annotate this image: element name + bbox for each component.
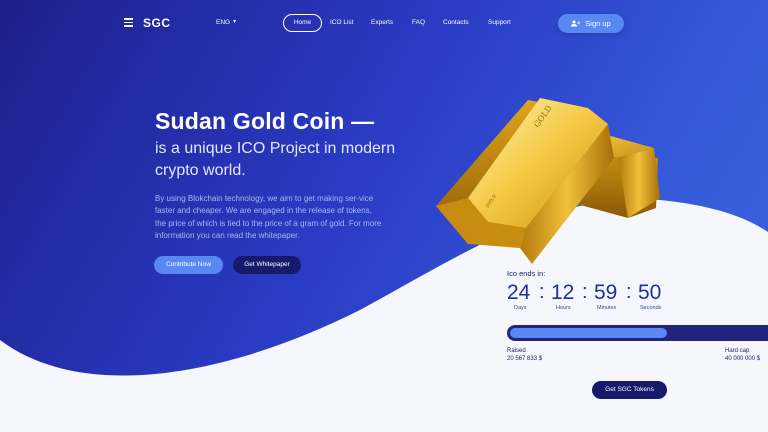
- countdown-unit-minutes: Minutes: [597, 305, 617, 311]
- signup-button[interactable]: Sign up: [558, 14, 624, 33]
- countdown-unit-days: Days: [514, 305, 527, 311]
- hero-headline: Sudan Gold Coin —: [155, 108, 375, 134]
- nav-link-ico-list[interactable]: ICO List: [330, 19, 353, 26]
- top-navigation: SGC ENG ▼ Home ICO List Experts FAQ Conta…: [0, 0, 768, 48]
- language-label: ENG: [216, 19, 231, 26]
- countdown-minutes: 59: [594, 281, 618, 304]
- get-sgc-tokens-button[interactable]: Get SGC Tokens: [592, 381, 667, 399]
- hamburger-menu-icon[interactable]: [124, 18, 133, 27]
- hard-cap-label: Hard cap: [725, 348, 750, 354]
- user-plus-icon: [571, 20, 581, 27]
- countdown-hours: 12: [551, 281, 575, 304]
- nav-link-faq[interactable]: FAQ: [412, 19, 425, 26]
- raised-value: 20 567 833 $: [507, 356, 543, 362]
- countdown-unit-seconds: Seconds: [640, 305, 662, 311]
- ico-ends-label: Ico ends in:: [507, 269, 546, 278]
- nav-link-home[interactable]: Home: [283, 14, 322, 32]
- countdown-seconds: 50: [638, 281, 662, 304]
- logo[interactable]: SGC: [143, 16, 171, 30]
- contribute-now-button[interactable]: Contribute Now: [154, 256, 223, 274]
- countdown-unit-hours: Hours: [556, 305, 571, 311]
- hero-subline: is a unique ICO Project in modern crypto…: [155, 140, 396, 179]
- nav-link-experts[interactable]: Experts: [371, 19, 393, 26]
- raised-progress-bar[interactable]: [507, 325, 768, 341]
- raised-progress-fill: [510, 328, 667, 338]
- caret-down-icon: ▼: [232, 19, 238, 25]
- countdown-separator: :: [582, 281, 588, 303]
- get-whitepaper-button[interactable]: Get Whitepaper: [233, 256, 301, 274]
- countdown-days: 24: [507, 281, 531, 304]
- hard-cap-value: 40 000 000 $: [725, 356, 761, 362]
- signup-label: Sign up: [585, 19, 611, 28]
- hero-description: By using Blokchain technology, we aim to…: [155, 194, 382, 240]
- countdown-separator: :: [539, 281, 545, 303]
- countdown-separator: :: [626, 281, 632, 303]
- gold-bars-image: GOLD 999.9: [436, 98, 660, 264]
- nav-link-contacts[interactable]: Contacts: [443, 19, 469, 26]
- nav-link-support[interactable]: Support: [488, 19, 511, 26]
- raised-label: Raised: [507, 348, 526, 354]
- language-selector[interactable]: ENG ▼: [216, 19, 237, 26]
